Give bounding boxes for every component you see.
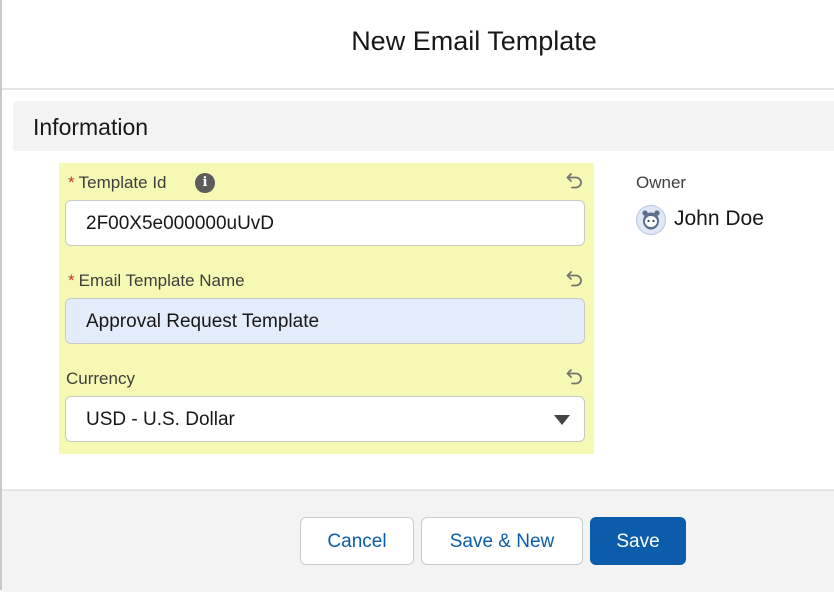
save-new-button[interactable]: Save & New	[421, 517, 583, 565]
template-id-label: * Template Id	[68, 173, 167, 193]
modal-header: New Email Template	[2, 0, 834, 90]
save-button[interactable]: Save	[590, 517, 686, 565]
required-marker: *	[68, 173, 75, 192]
section-title: Information	[33, 114, 149, 140]
cancel-button[interactable]: Cancel	[300, 517, 414, 565]
modal-title: New Email Template	[351, 26, 597, 56]
astro-avatar-icon	[638, 207, 664, 233]
currency-select[interactable]: USD - U.S. Dollar	[65, 396, 585, 442]
owner-label: Owner	[636, 173, 687, 192]
template-name-label-text: Email Template Name	[78, 271, 245, 290]
modal-footer	[2, 489, 834, 592]
template-name-label: * Email Template Name	[68, 271, 245, 291]
template-id-input[interactable]: 2F00X5e000000uUvD	[65, 200, 585, 246]
chevron-down-icon	[554, 415, 570, 425]
owner-name: John Doe	[674, 207, 764, 230]
currency-select-value: USD - U.S. Dollar	[86, 409, 235, 430]
required-marker: *	[68, 271, 75, 290]
info-icon[interactable]: i	[195, 173, 215, 193]
section-header[interactable]: Information	[13, 101, 834, 151]
undo-icon[interactable]	[565, 268, 585, 288]
template-id-label-text: Template Id	[78, 173, 167, 192]
undo-icon[interactable]	[565, 366, 585, 386]
currency-label: Currency	[66, 369, 135, 388]
user-avatar-icon	[636, 205, 666, 235]
template-name-input[interactable]: Approval Request Template	[65, 298, 585, 344]
undo-icon[interactable]	[565, 170, 585, 190]
